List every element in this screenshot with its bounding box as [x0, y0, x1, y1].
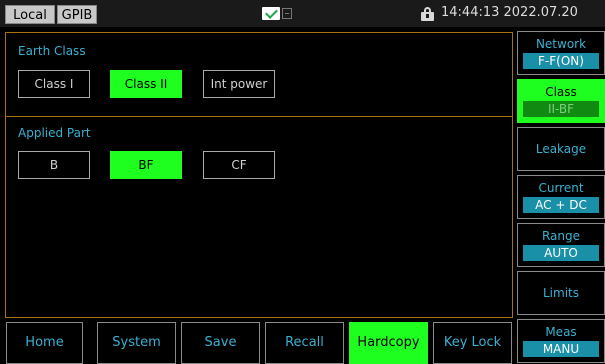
class-i-button[interactable]: Class I: [18, 70, 90, 98]
class-label: Class: [545, 85, 577, 99]
datetime-display: 14:44:13 2022.07.20: [441, 5, 578, 20]
class-softkey[interactable]: Class II-BF: [517, 79, 605, 123]
hardcopy-button[interactable]: Hardcopy: [349, 322, 428, 364]
applied-part-label: Applied Part: [18, 126, 91, 140]
mail-check-icon: [262, 7, 280, 20]
b-button[interactable]: B: [18, 151, 90, 179]
system-button[interactable]: System: [97, 322, 176, 364]
section-divider: [6, 116, 512, 117]
range-softkey[interactable]: Range AUTO: [517, 223, 605, 267]
network-label: Network: [535, 37, 587, 51]
recall-button[interactable]: Recall: [265, 322, 344, 364]
int-power-button[interactable]: Int power: [203, 70, 275, 98]
class-ii-button[interactable]: Class II: [110, 70, 182, 98]
limits-label: Limits: [543, 286, 579, 300]
message-icon: [282, 8, 292, 19]
class-value: II-BF: [523, 101, 599, 117]
gpib-indicator[interactable]: GPIB: [57, 5, 97, 24]
lock-icon: [421, 7, 434, 21]
local-indicator[interactable]: Local: [5, 5, 55, 24]
current-value: AC + DC: [523, 197, 599, 213]
leakage-softkey[interactable]: Leakage: [517, 127, 605, 171]
home-button[interactable]: Home: [6, 322, 83, 364]
network-softkey[interactable]: Network F-F(ON): [517, 31, 605, 75]
bf-button[interactable]: BF: [110, 151, 182, 179]
limits-softkey[interactable]: Limits: [517, 271, 605, 315]
current-softkey[interactable]: Current AC + DC: [517, 175, 605, 219]
meas-label: Meas: [545, 325, 577, 339]
cf-button[interactable]: CF: [203, 151, 275, 179]
range-label: Range: [541, 229, 581, 243]
meas-value: MANU: [523, 341, 599, 357]
current-label: Current: [538, 181, 584, 195]
save-button[interactable]: Save: [181, 322, 260, 364]
key-lock-button[interactable]: Key Lock: [433, 322, 512, 364]
meas-softkey[interactable]: Meas MANU: [517, 319, 605, 363]
earth-class-label: Earth Class: [18, 44, 86, 58]
network-value: F-F(ON): [523, 53, 599, 69]
range-value: AUTO: [523, 245, 599, 261]
status-bar: Local GPIB 14:44:13 2022.07.20: [0, 0, 605, 27]
leakage-label: Leakage: [535, 142, 587, 156]
main-panel: Earth Class Class I Class II Int power A…: [5, 32, 513, 318]
